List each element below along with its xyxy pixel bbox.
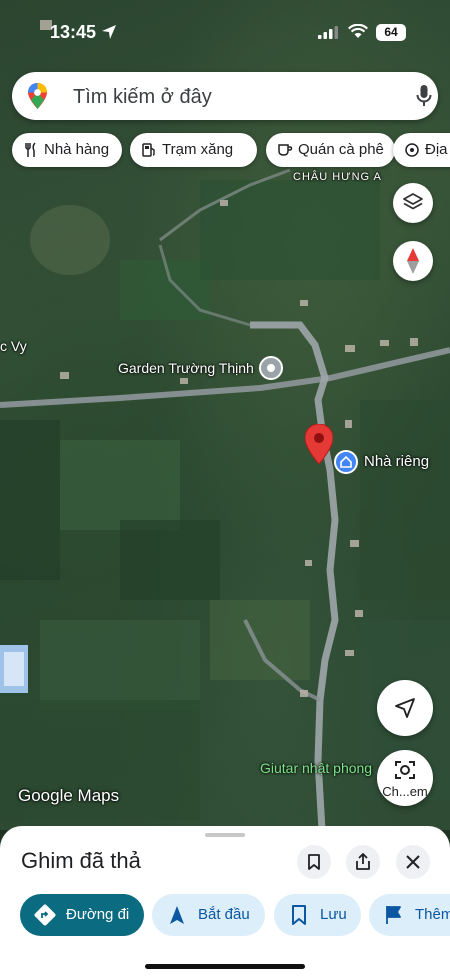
lens-button[interactable]: Ch...em [377, 750, 433, 806]
wifi-icon [348, 24, 368, 38]
save-label: Lưu [320, 906, 347, 923]
gas-pump-icon [142, 143, 155, 157]
area-label: CHÂU HƯNG A [293, 171, 382, 183]
search-bar[interactable]: Tìm kiếm ở đây [12, 72, 438, 120]
start-button[interactable]: Bắt đầu [152, 894, 265, 936]
camera-lens-icon [395, 761, 415, 779]
google-maps-attribution: Google Maps [18, 786, 120, 805]
cellular-signal-icon [318, 26, 338, 39]
sheet-title: Ghim đã thả [21, 848, 141, 873]
directions-label: Đường đi [66, 906, 130, 923]
share-icon [356, 853, 370, 870]
home-icon [340, 455, 352, 468]
guitar-label[interactable]: Giutar nhật phong [260, 760, 372, 776]
compass-icon [407, 248, 419, 274]
fork-knife-icon [25, 142, 36, 157]
location-services-icon [102, 25, 116, 39]
my-location-button[interactable] [377, 680, 433, 736]
more-label: Thêm [415, 906, 450, 923]
save-action-button[interactable]: Lưu [274, 894, 361, 936]
status-time: 13:45 [50, 22, 97, 42]
landmark-icon [405, 143, 419, 157]
sheet-drag-handle[interactable] [205, 833, 245, 837]
maps-screen: CHÂU HƯNG A c Vy Garden Trường Thịnh Nhà… [0, 0, 450, 978]
place-label-left: c Vy [0, 338, 27, 354]
microphone-icon[interactable] [416, 84, 432, 108]
save-button[interactable] [297, 845, 331, 879]
battery-indicator: 64 [376, 24, 406, 41]
close-icon [406, 855, 420, 869]
close-button[interactable] [396, 845, 430, 879]
chip-gas-stations[interactable]: Trạm xăng [130, 133, 257, 167]
navigation-arrow-icon [395, 698, 415, 718]
layers-icon [403, 193, 423, 210]
directions-button[interactable]: Đường đi [20, 894, 144, 936]
chip-cafes[interactable]: Quán cà phê [266, 133, 395, 167]
garden-label[interactable]: Garden Trường Thịnh [118, 360, 254, 376]
navigate-icon [170, 906, 184, 924]
home-marker[interactable] [334, 450, 358, 474]
search-input[interactable]: Tìm kiếm ở đây [73, 86, 212, 109]
chip-label: Địa [425, 141, 448, 158]
directions-icon [34, 904, 56, 926]
chip-label: Nhà hàng [44, 141, 110, 158]
lens-label: Ch...em [382, 784, 428, 799]
home-label[interactable]: Nhà riêng [364, 453, 429, 470]
status-bar: 13:45 64 [0, 0, 450, 56]
chip-label: Quán cà phê [298, 141, 384, 158]
compass-button[interactable] [393, 241, 433, 281]
home-indicator[interactable] [145, 964, 305, 969]
chip-landmarks[interactable]: Địa [393, 133, 450, 167]
share-button[interactable] [346, 845, 380, 879]
layers-button[interactable] [393, 183, 433, 223]
chip-label: Trạm xăng [162, 141, 234, 158]
coffee-cup-icon [278, 144, 293, 156]
start-label: Bắt đầu [198, 906, 250, 923]
more-action-button[interactable]: Thêm [369, 894, 450, 936]
google-maps-logo-icon [28, 83, 47, 109]
bookmark-icon [292, 905, 306, 925]
bookmark-icon [308, 854, 320, 870]
dropped-pin-icon[interactable] [305, 424, 333, 464]
place-bottom-sheet[interactable]: Ghim đã thả Đường đi Bắt đầu Lưu Thêm [0, 826, 450, 978]
satellite-map[interactable]: CHÂU HƯNG A c Vy Garden Trường Thịnh Nhà… [0, 0, 450, 830]
garden-poi-icon[interactable] [259, 356, 283, 380]
flag-icon [386, 906, 401, 924]
chip-restaurants[interactable]: Nhà hàng [12, 133, 122, 167]
